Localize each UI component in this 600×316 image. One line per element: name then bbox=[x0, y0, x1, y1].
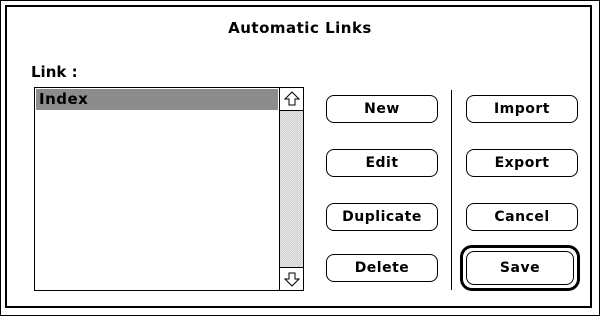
arrow-up-icon bbox=[283, 91, 300, 106]
import-button[interactable]: Import bbox=[466, 95, 578, 123]
delete-button[interactable]: Delete bbox=[326, 254, 438, 282]
dialog-title: Automatic Links bbox=[228, 19, 372, 37]
button-divider bbox=[451, 90, 452, 290]
vertical-scrollbar[interactable] bbox=[279, 88, 303, 290]
cancel-button[interactable]: Cancel bbox=[466, 203, 578, 231]
default-button-ring: Save bbox=[460, 245, 580, 291]
list-item[interactable]: Index bbox=[36, 89, 278, 110]
edit-button[interactable]: Edit bbox=[326, 149, 438, 177]
new-button[interactable]: New bbox=[326, 95, 438, 123]
save-button[interactable]: Save bbox=[466, 251, 574, 285]
arrow-down-icon bbox=[283, 272, 300, 287]
link-label: Link : bbox=[31, 63, 78, 81]
export-button[interactable]: Export bbox=[466, 149, 578, 177]
link-listbox[interactable]: Index bbox=[34, 87, 304, 291]
duplicate-button[interactable]: Duplicate bbox=[326, 203, 438, 231]
scroll-down-button[interactable] bbox=[280, 267, 303, 290]
scroll-up-button[interactable] bbox=[280, 88, 303, 111]
automatic-links-dialog: Automatic Links Link : Index New Edit Du… bbox=[0, 0, 600, 316]
